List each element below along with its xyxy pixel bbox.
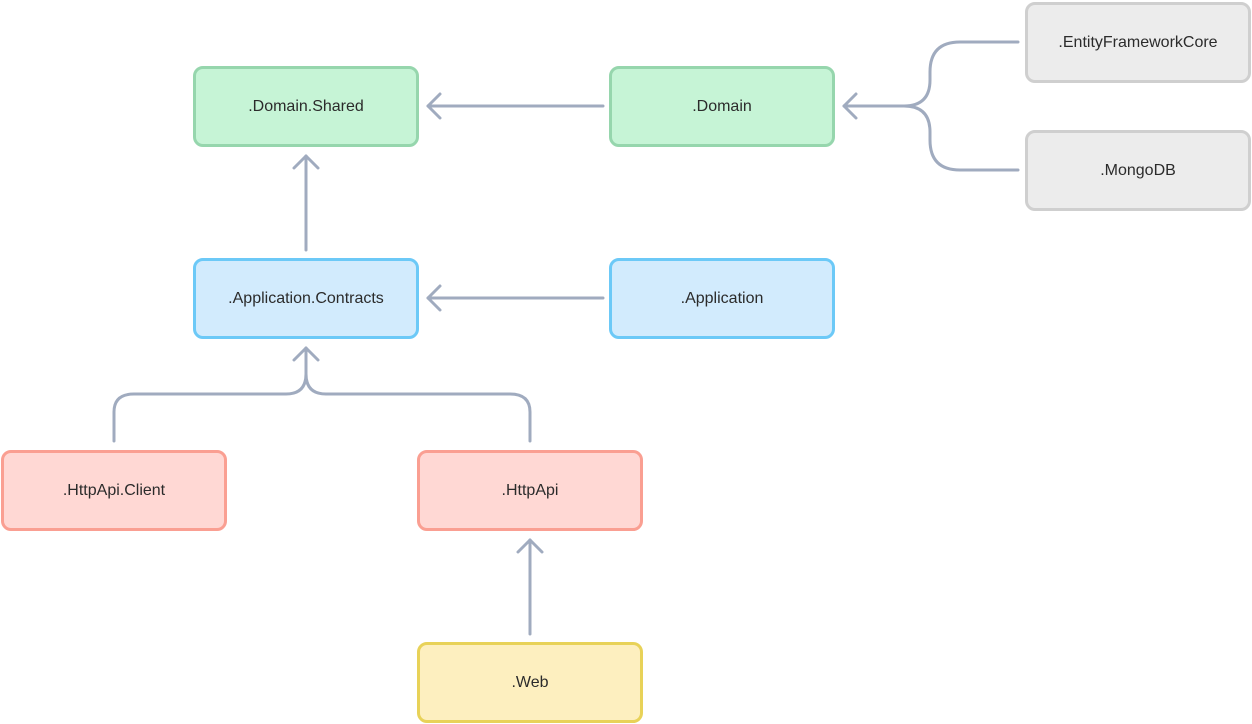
node-label: .MongoDB	[1100, 161, 1176, 179]
edge-httpapi-to-app-contracts	[304, 372, 532, 443]
node-label: .Domain	[692, 97, 752, 115]
node-web[interactable]: .Web	[417, 642, 643, 723]
edge-efcore-to-domain	[902, 40, 1020, 108]
node-entity-framework-core[interactable]: .EntityFrameworkCore	[1025, 2, 1251, 83]
edge-mongodb-to-domain	[902, 104, 1020, 172]
edge-httpapi-client-to-app-contracts	[112, 372, 308, 443]
node-application-contracts[interactable]: .Application.Contracts	[193, 258, 419, 339]
node-mongodb[interactable]: .MongoDB	[1025, 130, 1251, 211]
node-label: .Web	[511, 673, 549, 691]
node-domain[interactable]: .Domain	[609, 66, 835, 147]
node-label: .Domain.Shared	[248, 97, 364, 115]
node-label: .HttpApi	[501, 481, 559, 499]
node-httpapi-client[interactable]: .HttpApi.Client	[1, 450, 227, 531]
node-domain-shared[interactable]: .Domain.Shared	[193, 66, 419, 147]
node-label: .Application	[680, 289, 764, 307]
node-label: .EntityFrameworkCore	[1058, 33, 1218, 51]
node-label: .Application.Contracts	[228, 289, 384, 307]
node-httpapi[interactable]: .HttpApi	[417, 450, 643, 531]
node-application[interactable]: .Application	[609, 258, 835, 339]
dependency-diagram: .Domain.Shared .Domain .EntityFrameworkC…	[0, 0, 1252, 724]
node-label: .HttpApi.Client	[62, 481, 166, 499]
